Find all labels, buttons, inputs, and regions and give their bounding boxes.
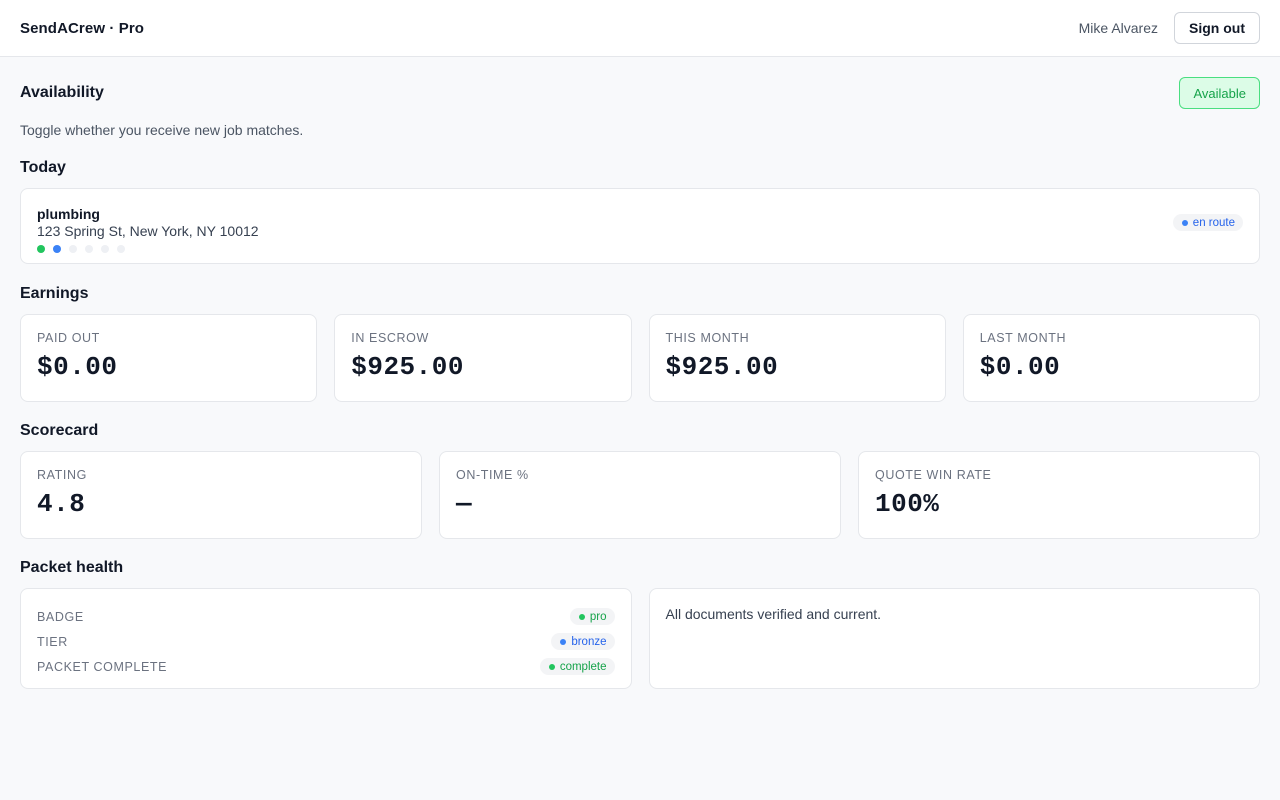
top-bar: SendACrew · Pro Mike Alvarez Sign out	[0, 0, 1280, 57]
badge-status-pill: pro	[569, 608, 615, 625]
user-area: Mike Alvarez Sign out	[1079, 12, 1260, 44]
stat-label: QUOTE WIN RATE	[875, 468, 992, 482]
scorecard-card-quote-win-rate: QUOTE WIN RATE 100%	[858, 451, 1260, 539]
earnings-card-this-month: THIS MONTH $925.00	[648, 314, 946, 402]
job-address: 123 Spring St, New York, NY 10012	[37, 223, 259, 239]
stat-value: —	[456, 489, 473, 519]
progress-step-4	[85, 245, 93, 253]
stat-value: $925.00	[665, 352, 779, 382]
progress-step-2	[53, 245, 61, 253]
progress-step-1	[37, 245, 45, 253]
sign-out-button[interactable]: Sign out	[1174, 12, 1260, 44]
today-job-card[interactable]: plumbing 123 Spring St, New York, NY 100…	[20, 188, 1260, 264]
packet-status-message: All documents verified and current.	[665, 606, 882, 622]
main-content: Availability Available Toggle whether yo…	[0, 77, 1280, 689]
status-dot-icon	[578, 613, 585, 620]
packet-row-label: BADGE	[37, 609, 84, 624]
brand-title: SendACrew · Pro	[20, 19, 145, 37]
availability-toggle-button[interactable]: Available	[1179, 77, 1260, 109]
scorecard-title: Scorecard	[20, 422, 99, 439]
badge-value: pro	[589, 610, 607, 623]
stat-value: $0.00	[979, 352, 1061, 382]
stat-value: $925.00	[351, 352, 464, 382]
earnings-grid: PAID OUT $0.00 IN ESCROW $925.00 THIS MO…	[20, 314, 1260, 402]
job-details: plumbing 123 Spring St, New York, NY 100…	[37, 206, 259, 253]
stat-label: ON-TIME %	[456, 468, 529, 482]
availability-header: Availability Available	[20, 77, 1260, 109]
stat-label: RATING	[37, 468, 87, 482]
complete-status-pill: complete	[539, 658, 615, 675]
packet-row-label: PACKET COMPLETE	[37, 659, 168, 674]
progress-step-6	[117, 245, 125, 253]
packet-health-title: Packet health	[20, 559, 124, 576]
tier-value: bronze	[571, 635, 607, 648]
today-title: Today	[20, 159, 66, 176]
packet-row-label: TIER	[37, 634, 68, 649]
earnings-card-in-escrow: IN ESCROW $925.00	[334, 314, 632, 402]
availability-description: Toggle whether you receive new job match…	[20, 122, 304, 138]
complete-value: complete	[559, 660, 607, 673]
stat-value: $0.00	[37, 352, 118, 382]
scorecard-card-on-time: ON-TIME % —	[439, 451, 841, 539]
packet-row-tier: TIER bronze	[37, 629, 615, 654]
status-dot-icon	[1181, 219, 1188, 226]
progress-step-5	[101, 245, 109, 253]
user-name: Mike Alvarez	[1078, 20, 1158, 36]
packet-health-row: BADGE pro TIER bronze PACKET COMPLETE co…	[20, 588, 1260, 689]
packet-status-card: All documents verified and current.	[648, 588, 1260, 689]
stat-value: 100%	[875, 489, 940, 519]
progress-step-3	[69, 245, 77, 253]
earnings-card-paid-out: PAID OUT $0.00	[20, 314, 318, 402]
packet-details-card: BADGE pro TIER bronze PACKET COMPLETE co…	[20, 588, 632, 689]
tier-status-pill: bronze	[551, 633, 615, 650]
job-type: plumbing	[37, 206, 100, 222]
stat-label: PAID OUT	[37, 331, 100, 345]
job-status-badge: en route	[1172, 214, 1243, 231]
stat-value: 4.8	[37, 489, 86, 519]
stat-label: LAST MONTH	[979, 331, 1067, 345]
job-status-label: en route	[1192, 216, 1235, 229]
status-dot-icon	[548, 663, 555, 670]
stat-label: IN ESCROW	[351, 331, 429, 345]
packet-row-badge: BADGE pro	[37, 604, 615, 629]
scorecard-grid: RATING 4.8 ON-TIME % — QUOTE WIN RATE 10…	[20, 451, 1260, 539]
earnings-card-last-month: LAST MONTH $0.00	[962, 314, 1260, 402]
job-progress-steps	[37, 245, 259, 253]
availability-title: Availability	[20, 84, 104, 101]
stat-label: THIS MONTH	[665, 331, 750, 345]
status-dot-icon	[560, 638, 567, 645]
packet-row-complete: PACKET COMPLETE complete	[37, 654, 615, 679]
scorecard-card-rating: RATING 4.8	[20, 451, 422, 539]
earnings-title: Earnings	[20, 285, 89, 302]
